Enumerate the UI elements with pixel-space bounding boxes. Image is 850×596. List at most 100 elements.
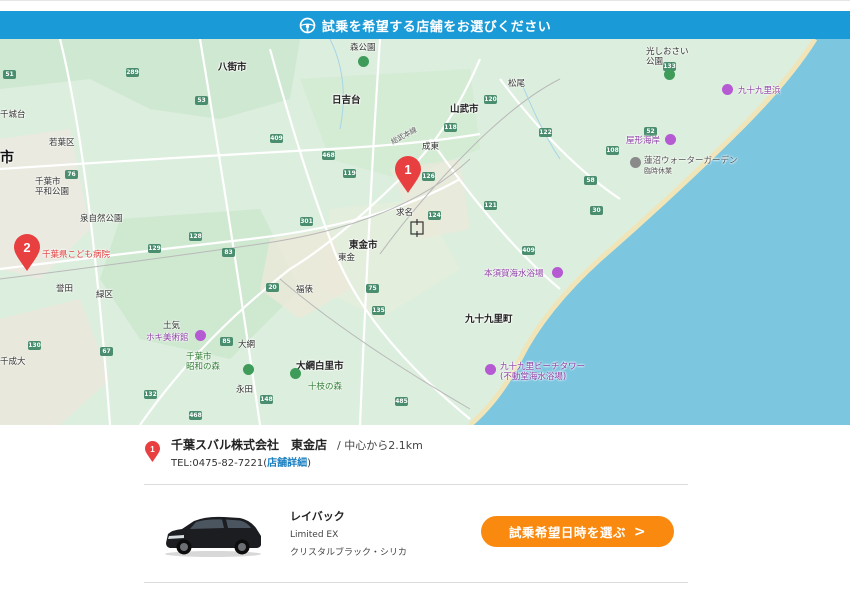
map-label: 大網 bbox=[238, 340, 256, 350]
map-label: 光しおさい 公園 bbox=[646, 47, 689, 67]
divider bbox=[144, 484, 688, 485]
map-label: 本須賀海水浴場 bbox=[484, 269, 544, 279]
route-shield: 108 bbox=[606, 146, 619, 155]
store-marker-icon: 1 bbox=[145, 441, 160, 462]
map-label: 九十九里町 bbox=[465, 314, 513, 325]
tel-number: TEL:0475-82-7221( bbox=[171, 458, 268, 469]
route-shield: 75 bbox=[366, 284, 379, 293]
park-icon bbox=[243, 364, 254, 375]
closed-place-icon bbox=[630, 157, 641, 168]
company-name: 千葉スバル株式会社 bbox=[171, 438, 280, 452]
map-label: 市 bbox=[0, 150, 14, 166]
banner-title: 試乗を希望する店舗をお選びください bbox=[321, 19, 552, 35]
select-test-drive-date-button[interactable]: 試乗希望日時を選ぶ > bbox=[481, 516, 674, 547]
route-shield: 118 bbox=[444, 123, 457, 132]
map-label: 泉自然公園 bbox=[80, 214, 123, 224]
car-color: クリスタルブラック・シリカ bbox=[290, 548, 407, 558]
route-shield: 148 bbox=[260, 395, 273, 404]
map-label: 東金市 bbox=[349, 240, 378, 251]
map-label: 十枝の森 bbox=[308, 382, 343, 392]
route-shield: 289 bbox=[126, 68, 139, 77]
map-label: 永田 bbox=[236, 385, 254, 395]
store-pin-2[interactable]: 2 bbox=[12, 234, 42, 272]
steering-wheel-icon bbox=[299, 17, 316, 33]
map-label: ホキ美術館 bbox=[146, 333, 189, 343]
map-label: 千成大 bbox=[0, 357, 26, 367]
store-map[interactable]: 51 289 53 409 468 118 126 124 120 121 12… bbox=[0, 39, 850, 425]
park-icon bbox=[290, 368, 301, 379]
map-label: 千葉県こども病院 bbox=[42, 250, 111, 260]
map-label: 若葉区 bbox=[49, 138, 75, 148]
divider bbox=[144, 582, 688, 583]
map-label: 千城台 bbox=[0, 110, 26, 120]
map-label: 求名 bbox=[396, 208, 414, 218]
park-icon bbox=[358, 56, 369, 67]
beach-icon bbox=[552, 267, 563, 278]
route-shield: 135 bbox=[372, 306, 385, 315]
branch-name: 東金店 bbox=[291, 438, 328, 452]
map-label: 屋形海岸 bbox=[626, 136, 661, 146]
pin-number: 1 bbox=[404, 162, 411, 177]
store-tel: TEL:0475-82-7221(店舗詳細) bbox=[171, 454, 311, 469]
top-border bbox=[0, 0, 850, 1]
map-label: 九十九里浜 bbox=[738, 86, 781, 96]
route-shield: 130 bbox=[28, 341, 41, 350]
route-shield: 51 bbox=[3, 70, 16, 79]
map-label: 成東 bbox=[422, 142, 440, 152]
route-shield: 122 bbox=[539, 128, 552, 137]
route-shield: 128 bbox=[189, 232, 202, 241]
route-shield: 132 bbox=[144, 390, 157, 399]
store-name: 千葉スバル株式会社 東金店 / 中心から2.1km bbox=[171, 436, 423, 453]
map-label: 大網白里市 bbox=[296, 361, 344, 372]
beach-icon bbox=[665, 134, 676, 145]
beach-icon bbox=[485, 364, 496, 375]
route-shield: 468 bbox=[322, 151, 335, 160]
map-label: 蓮沼ウォーターガーデン bbox=[644, 156, 738, 166]
tel-suffix: ) bbox=[307, 458, 312, 469]
route-shield: 301 bbox=[300, 217, 313, 226]
route-shield: 67 bbox=[100, 347, 113, 356]
map-label: 土気 bbox=[163, 321, 181, 331]
pin-number: 2 bbox=[23, 240, 30, 255]
map-label: 東金 bbox=[338, 253, 356, 263]
map-label: 松尾 bbox=[508, 79, 526, 89]
route-shield: 124 bbox=[428, 211, 441, 220]
cta-label: 試乗希望日時を選ぶ bbox=[508, 525, 626, 540]
map-label: 八街市 bbox=[218, 62, 247, 73]
car-image bbox=[165, 516, 261, 557]
map-label: 緑区 bbox=[96, 290, 114, 300]
beach-icon bbox=[722, 84, 733, 95]
route-shield: 129 bbox=[148, 244, 161, 253]
store-pin-1[interactable]: 1 bbox=[393, 156, 423, 194]
map-label: 山武市 bbox=[450, 104, 479, 115]
route-shield: 52 bbox=[644, 127, 657, 136]
route-shield: 58 bbox=[584, 176, 597, 185]
route-shield: 20 bbox=[266, 283, 279, 292]
map-label: 千葉市 昭和の森 bbox=[186, 352, 221, 372]
route-shield: 85 bbox=[220, 337, 233, 346]
car-grade: Limited EX bbox=[290, 530, 339, 540]
map-label: 森公園 bbox=[350, 43, 376, 53]
chevron-right-icon: > bbox=[633, 523, 647, 540]
route-shield: 468 bbox=[189, 411, 202, 420]
route-shield: 126 bbox=[422, 172, 435, 181]
route-shield: 83 bbox=[222, 248, 235, 257]
map-label: 九十九里ビーチタワー (不動堂海水浴場) bbox=[500, 362, 586, 382]
route-shield: 120 bbox=[484, 95, 497, 104]
map-base bbox=[0, 39, 850, 425]
map-label: 誉田 bbox=[56, 284, 74, 294]
map-label: 福俵 bbox=[296, 285, 314, 295]
store-select-banner: 試乗を希望する店舗をお選びください bbox=[0, 11, 850, 39]
store-detail-link[interactable]: 店舗詳細 bbox=[267, 458, 307, 469]
route-shield: 485 bbox=[395, 397, 408, 406]
route-shield: 53 bbox=[195, 96, 208, 105]
route-shield: 121 bbox=[484, 201, 497, 210]
car-model: レイバック bbox=[290, 510, 345, 523]
route-shield: 119 bbox=[343, 169, 356, 178]
store-distance: / 中心から2.1km bbox=[337, 439, 423, 452]
map-label: 日吉台 bbox=[332, 95, 361, 106]
park-icon bbox=[664, 69, 675, 80]
route-shield: 409 bbox=[522, 246, 535, 255]
map-label: 臨時休業 bbox=[644, 167, 672, 175]
map-label: 千葉市 平和公園 bbox=[35, 177, 70, 197]
